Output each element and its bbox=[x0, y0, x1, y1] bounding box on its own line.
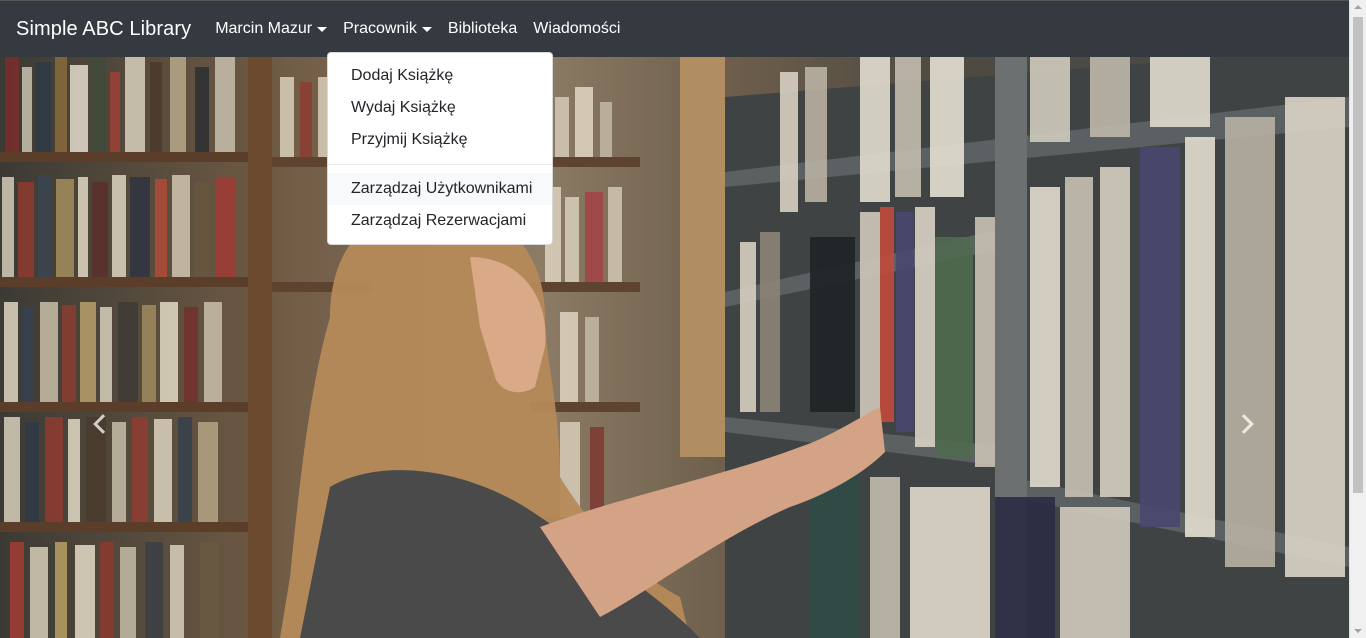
scrollbar-thumb[interactable] bbox=[1353, 17, 1363, 493]
nav-pracownik-dropdown[interactable]: Pracownik bbox=[343, 20, 432, 38]
menu-item-wydaj-ksiazke[interactable]: Wydaj Książkę bbox=[328, 92, 552, 124]
top-navbar: Simple ABC Library Marcin Mazur Pracowni… bbox=[0, 0, 1349, 57]
nav-wiadomosci-link[interactable]: Wiadomości bbox=[533, 20, 620, 38]
menu-item-zarzadzaj-rezerwacjami[interactable]: Zarządzaj Rezerwacjami bbox=[328, 205, 552, 237]
nav-user-label: Marcin Mazur bbox=[215, 20, 313, 37]
nav-biblioteka-link[interactable]: Biblioteka bbox=[448, 20, 517, 38]
menu-item-przyjmij-ksiazke[interactable]: Przyjmij Książkę bbox=[328, 124, 552, 156]
library-photo bbox=[0, 57, 1349, 638]
scroll-up-arrow-icon[interactable] bbox=[1354, 5, 1362, 9]
nav-pracownik-label: Pracownik bbox=[343, 20, 417, 37]
nav-user-dropdown[interactable]: Marcin Mazur bbox=[215, 20, 328, 38]
menu-divider bbox=[328, 164, 552, 165]
menu-item-dodaj-ksiazke[interactable]: Dodaj Książkę bbox=[328, 60, 552, 92]
scroll-down-arrow-icon[interactable] bbox=[1354, 629, 1362, 633]
caret-down-icon bbox=[317, 27, 328, 32]
pracownik-dropdown-menu: Dodaj Książkę Wydaj Książkę Przyjmij Ksi… bbox=[327, 52, 553, 245]
menu-item-zarzadzaj-uzytkownikami[interactable]: Zarządzaj Użytkownikami bbox=[328, 173, 552, 205]
page-scrollbar[interactable] bbox=[1349, 0, 1366, 638]
hero-carousel bbox=[0, 57, 1349, 638]
brand-logo[interactable]: Simple ABC Library bbox=[16, 18, 191, 41]
caret-down-icon bbox=[421, 27, 432, 32]
